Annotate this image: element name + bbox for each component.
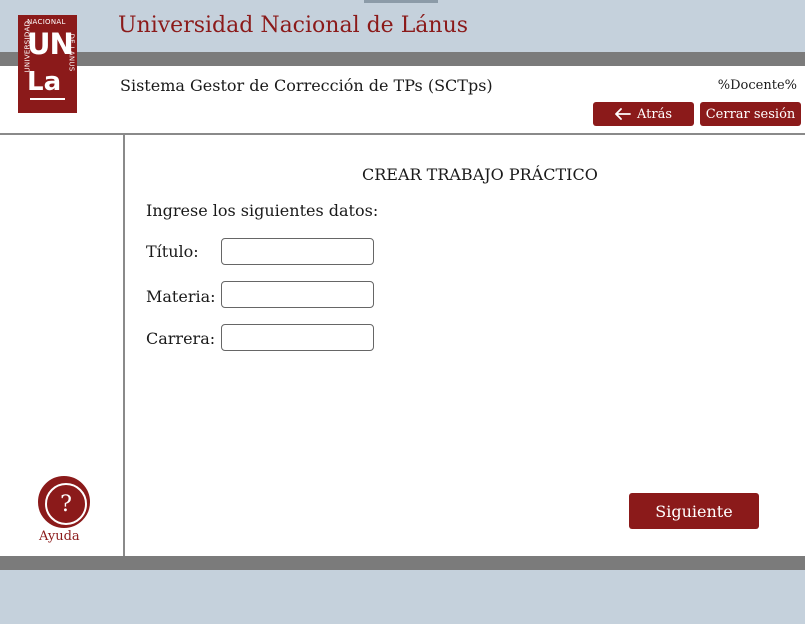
user-name: %Docente% [717,78,797,93]
main-area [0,66,805,556]
back-button-label: Atrás [636,106,673,122]
logo-text-la: La [27,67,62,97]
logo-underline [30,98,65,100]
form-instructions: Ingrese los siguientes datos: [146,201,379,220]
sidebar-separator [123,135,125,556]
carrera-label: Carrera: [146,329,216,348]
help-icon-glyph: ? [45,483,87,525]
logo-text-un: UN [27,27,74,61]
logo-text-top: NACIONAL [27,18,66,26]
carrera-input[interactable] [221,324,374,351]
help-icon: ? [38,476,90,528]
header-separator [0,133,805,135]
materia-input[interactable] [221,281,374,308]
top-accent [364,0,438,3]
page-title: CREAR TRABAJO PRÁCTICO [362,165,598,184]
help-label: Ayuda [39,529,80,544]
help-button[interactable]: ? [38,476,90,528]
bottom-divider-bar [0,556,805,570]
titulo-input[interactable] [221,238,374,265]
arrow-left-icon [615,108,631,120]
next-button[interactable]: Siguiente [629,493,759,529]
logout-button-label: Cerrar sesión [705,106,796,122]
top-divider-bar [0,52,805,66]
university-logo: NACIONAL UNIVERSIDAD DE LANUS UN La [18,15,77,113]
university-title: Universidad Nacional de Lánus [118,13,469,38]
titulo-label: Título: [146,242,199,261]
system-title: Sistema Gestor de Corrección de TPs (SCT… [120,76,493,95]
next-button-label: Siguiente [655,501,733,521]
bottom-band [0,570,805,624]
materia-label: Materia: [146,287,216,306]
logout-button[interactable]: Cerrar sesión [700,102,801,126]
back-button[interactable]: Atrás [593,102,694,126]
